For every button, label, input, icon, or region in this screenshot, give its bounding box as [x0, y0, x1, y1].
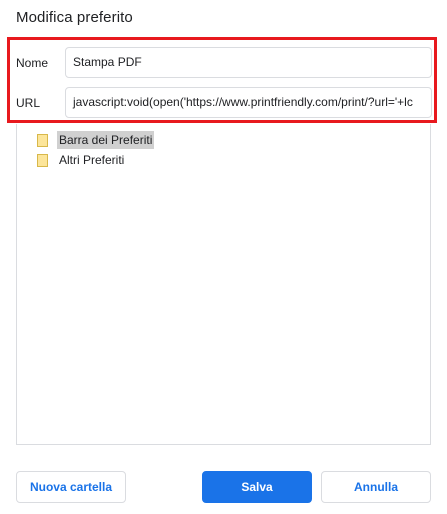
- tree-item-barra-dei-preferiti[interactable]: Barra dei Preferiti: [37, 131, 155, 149]
- tree-item-altri-preferiti[interactable]: Altri Preferiti: [37, 151, 126, 169]
- dialog-title: Modifica preferito: [16, 9, 133, 26]
- tree-item-label: Altri Preferiti: [59, 153, 125, 167]
- folder-icon: [37, 133, 48, 147]
- folder-tree: Barra dei Preferiti Altri Preferiti: [16, 124, 431, 445]
- cancel-button[interactable]: Annulla: [321, 471, 431, 503]
- save-button[interactable]: Salva: [202, 471, 312, 503]
- url-label: URL: [16, 96, 41, 110]
- folder-icon: [37, 153, 48, 167]
- tree-item-label: Barra dei Preferiti: [57, 131, 155, 149]
- edit-bookmark-dialog: Modifica preferito Nome Stampa PDF URL j…: [0, 0, 447, 514]
- name-label: Nome: [16, 56, 49, 70]
- name-input[interactable]: Stampa PDF: [65, 47, 432, 78]
- new-folder-button[interactable]: Nuova cartella: [16, 471, 126, 503]
- url-input[interactable]: javascript:void(open('https://www.printf…: [65, 87, 432, 118]
